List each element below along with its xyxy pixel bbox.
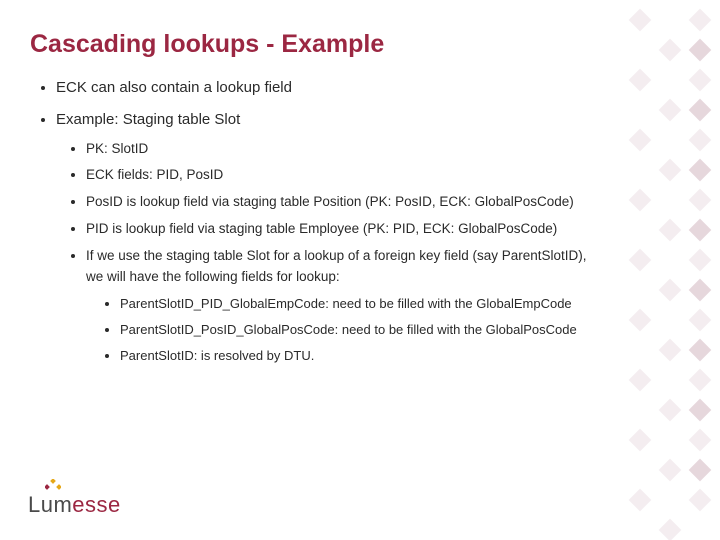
- bullet-item: PID is lookup field via staging table Em…: [86, 219, 590, 240]
- logo-part1: Lum: [28, 492, 72, 517]
- bullet-item: PK: SlotID: [86, 139, 590, 160]
- bullet-item: ECK fields: PID, PosID: [86, 165, 590, 186]
- logo-part2: esse: [72, 492, 120, 517]
- slide-content: Cascading lookups - Example ECK can also…: [30, 30, 590, 376]
- bullet-item: PosID is lookup field via staging table …: [86, 192, 590, 213]
- bullet-item: Example: Staging table Slot PK: SlotID E…: [56, 109, 590, 367]
- bullet-item: ECK can also contain a lookup field: [56, 77, 590, 99]
- bullet-list-level3: ParentSlotID_PID_GlobalEmpCode: need to …: [86, 294, 590, 366]
- bullet-text: If we use the staging table Slot for a l…: [86, 248, 587, 284]
- slide-title: Cascading lookups - Example: [30, 30, 590, 59]
- brand-logo: Lumesse: [28, 492, 121, 518]
- logo-text: Lumesse: [28, 492, 121, 518]
- bullet-item: ParentSlotID_PID_GlobalEmpCode: need to …: [120, 294, 590, 314]
- bullet-text: Example: Staging table Slot: [56, 111, 240, 128]
- bullet-item: ParentSlotID: is resolved by DTU.: [120, 346, 590, 366]
- bullet-list-level2: PK: SlotID ECK fields: PID, PosID PosID …: [56, 139, 590, 367]
- bullet-list-level1: ECK can also contain a lookup field Exam…: [30, 77, 590, 366]
- bullet-item: ParentSlotID_PosID_GlobalPosCode: need t…: [120, 320, 590, 340]
- bullet-item: If we use the staging table Slot for a l…: [86, 246, 590, 366]
